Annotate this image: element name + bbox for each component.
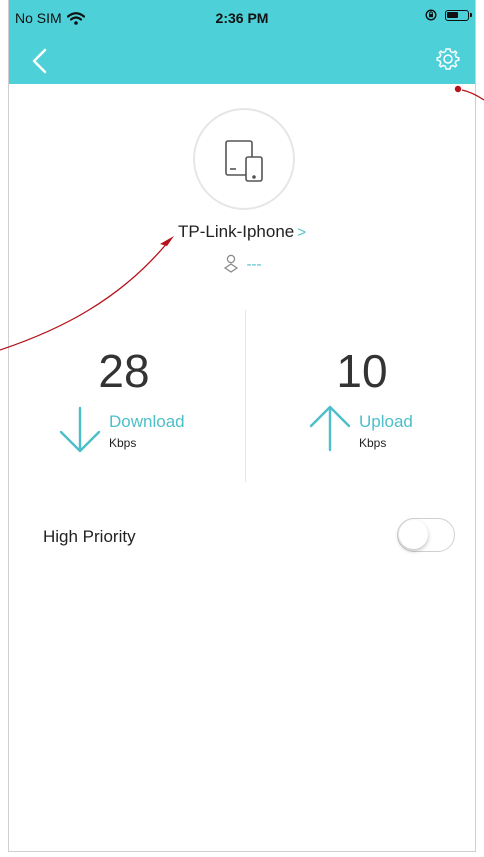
status-bar: No SIM 2:36 PM xyxy=(9,0,475,40)
stats-divider xyxy=(245,310,246,482)
tablet-phone-icon xyxy=(225,140,263,182)
status-time: 2:36 PM xyxy=(215,10,269,26)
arrow-down-icon xyxy=(59,406,101,453)
download-label: Download xyxy=(109,412,185,431)
status-indicators xyxy=(425,9,472,21)
upload-unit: Kbps xyxy=(359,436,387,450)
owner-value: --- xyxy=(246,255,262,273)
device-icon-circle xyxy=(193,108,295,210)
gear-icon xyxy=(436,48,460,70)
owner-icon xyxy=(223,254,238,273)
chevron-right-icon: > xyxy=(297,224,306,241)
upload-label: Upload xyxy=(359,412,413,431)
battery-icon xyxy=(445,9,472,21)
toggle-knob xyxy=(399,520,428,549)
orientation-lock-icon xyxy=(425,9,437,21)
arrow-up-icon xyxy=(309,405,351,452)
download-value: 28 xyxy=(98,345,150,397)
high-priority-label: High Priority xyxy=(43,527,136,546)
device-name-link[interactable]: TP-Link-Iphone > xyxy=(9,222,475,242)
chevron-left-icon xyxy=(32,48,47,74)
upload-value: 10 xyxy=(336,345,388,397)
back-button[interactable] xyxy=(27,44,57,78)
settings-button[interactable] xyxy=(435,46,461,72)
download-unit: Kbps xyxy=(109,436,137,450)
owner-row[interactable]: --- xyxy=(9,254,475,274)
device-name-text: TP-Link-Iphone xyxy=(178,222,295,241)
high-priority-toggle[interactable] xyxy=(397,518,455,552)
device-detail-screen: No SIM 2:36 PM TP-Link-Iphone > --- 28 D… xyxy=(8,0,476,852)
